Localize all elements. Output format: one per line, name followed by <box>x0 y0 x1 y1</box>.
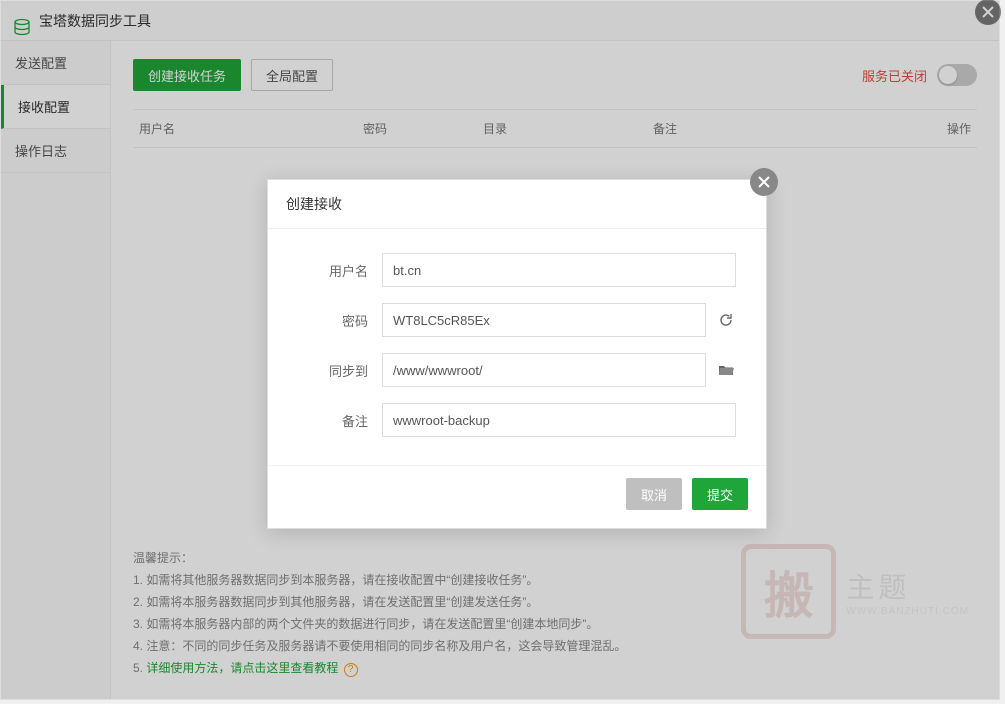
app-window: 宝塔数据同步工具 发送配置 接收配置 操作日志 创建接收任务 全局配置 服务已关… <box>0 0 1000 700</box>
modal-title: 创建接收 <box>268 180 766 229</box>
label-password: 密码 <box>298 311 382 330</box>
create-receive-modal: 创建接收 用户名 密码 同步到 备注 <box>267 179 767 529</box>
label-sync-to: 同步到 <box>298 361 382 380</box>
field-password: 密码 <box>298 303 736 337</box>
field-username: 用户名 <box>298 253 736 287</box>
refresh-icon[interactable] <box>716 312 736 328</box>
input-username[interactable] <box>382 253 736 287</box>
input-remark[interactable] <box>382 403 736 437</box>
input-password[interactable] <box>382 303 706 337</box>
modal-close-icon[interactable] <box>750 168 778 196</box>
cancel-button[interactable]: 取消 <box>626 478 682 510</box>
field-remark: 备注 <box>298 403 736 437</box>
input-sync-to[interactable] <box>382 353 706 387</box>
field-sync-to: 同步到 <box>298 353 736 387</box>
label-remark: 备注 <box>298 411 382 430</box>
label-username: 用户名 <box>298 261 382 280</box>
folder-icon[interactable] <box>716 362 736 378</box>
submit-button[interactable]: 提交 <box>692 478 748 510</box>
